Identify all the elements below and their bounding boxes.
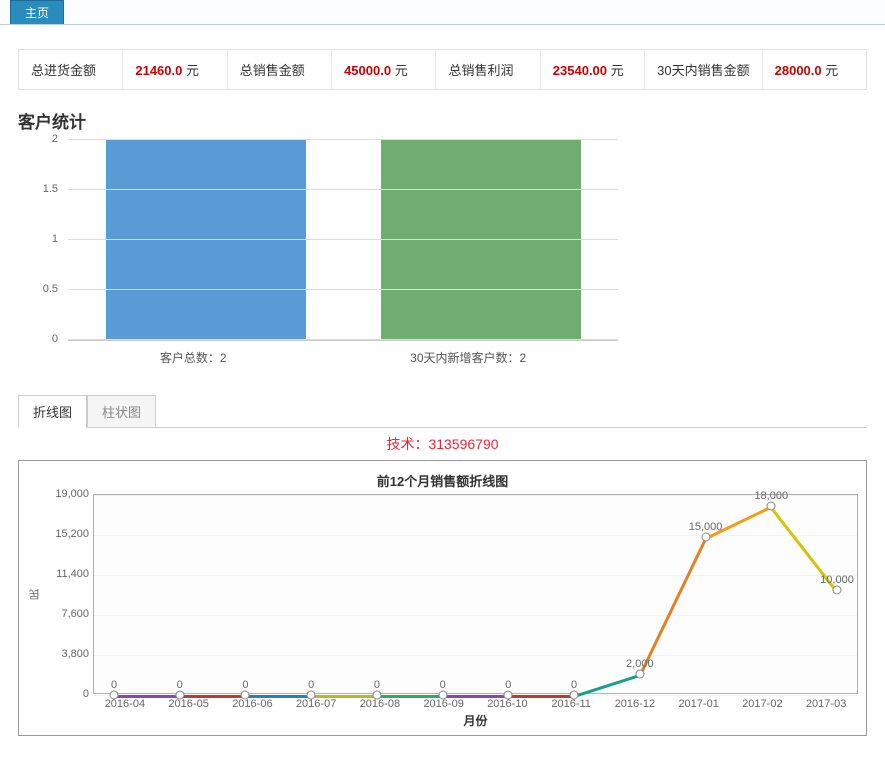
- bar: [381, 140, 581, 340]
- line-xtick: 2017-02: [731, 698, 795, 710]
- section-title-customer: 客户统计: [18, 108, 867, 133]
- stats-strip: 总进货金额 21460.0 元总销售金额 45000.0 元总销售利润 23540.0…: [18, 49, 867, 90]
- line-xtick: 2016-05: [157, 698, 221, 710]
- stat-value: 23540.00 元: [541, 50, 645, 89]
- bar-label: 客户总数：2: [160, 349, 227, 366]
- line-point: [175, 691, 184, 700]
- tab-home[interactable]: 主页: [10, 0, 64, 24]
- stat-label: 总进货金额: [31, 63, 96, 78]
- line-data-label: 0: [374, 679, 380, 691]
- chart-type-tabs: 折线图柱状图: [18, 394, 867, 428]
- line-point: [438, 691, 447, 700]
- stat-label: 总销售利润: [448, 63, 513, 78]
- line-point: [110, 691, 119, 700]
- line-segment: [114, 695, 180, 698]
- line-yticks: 03,8007,60011,40015,20019,000: [43, 494, 93, 694]
- line-xtick: 2016-09: [412, 698, 476, 710]
- line-segment: [245, 695, 311, 698]
- line-data-label: 0: [308, 679, 314, 691]
- line-xtick: 2016-07: [284, 698, 348, 710]
- line-xtick: 2016-08: [348, 698, 412, 710]
- stat-cell: 总进货金额: [19, 50, 123, 89]
- line-xtick: 2017-01: [667, 698, 731, 710]
- line-xticks: 2016-042016-052016-062016-072016-082016-…: [93, 698, 858, 710]
- line-xtick: 2017-03: [794, 698, 858, 710]
- line-chart-box: 前12个月销售额折线图 民 03,8007,60011,40015,20019,…: [18, 460, 867, 736]
- line-data-label: 2,000: [626, 658, 654, 670]
- line-segment: [377, 695, 443, 698]
- line-data-label: 0: [571, 679, 577, 691]
- stat-cell: 总销售利润: [436, 50, 540, 89]
- line-point: [372, 691, 381, 700]
- stat-label: 30天内销售金额: [657, 63, 749, 78]
- stat-value: 28000.0 元: [763, 50, 866, 89]
- line-xtick: 2016-10: [476, 698, 540, 710]
- line-point: [307, 691, 316, 700]
- bar: [106, 140, 306, 340]
- line-xtick: 2016-12: [603, 698, 667, 710]
- chart-tab-line[interactable]: 折线图: [18, 395, 87, 428]
- line-ylabel: 民: [27, 494, 43, 694]
- line-point: [833, 585, 842, 594]
- line-point: [635, 669, 644, 678]
- line-segment: [311, 695, 377, 698]
- line-data-label: 18,000: [754, 490, 788, 502]
- chart-tab-bar[interactable]: 柱状图: [87, 395, 156, 427]
- line-data-label: 0: [440, 679, 446, 691]
- line-point: [767, 501, 776, 510]
- bar-chart: 00.511.52 客户总数：230天内新增客户数：2: [18, 141, 867, 366]
- line-data-label: 15,000: [689, 521, 723, 533]
- stat-label: 总销售金额: [240, 63, 305, 78]
- line-xtick: 2016-06: [221, 698, 285, 710]
- line-xtick: 2016-11: [539, 698, 603, 710]
- line-point: [570, 691, 579, 700]
- line-plot-area: 000000002,00015,00018,00010,000: [93, 494, 858, 694]
- line-data-label: 10,000: [820, 574, 854, 586]
- line-point: [241, 691, 250, 700]
- stat-value: 21460.0 元: [123, 50, 227, 89]
- line-segment: [180, 695, 246, 698]
- watermark: 技术：313596790: [0, 434, 885, 454]
- bar-label: 30天内新增客户数：2: [410, 349, 526, 366]
- line-chart-title: 前12个月销售额折线图: [27, 471, 858, 490]
- line-segment: [508, 695, 574, 698]
- stat-cell: 30天内销售金额: [645, 50, 762, 89]
- line-segment: [443, 695, 509, 698]
- line-point: [504, 691, 513, 700]
- line-data-label: 0: [111, 679, 117, 691]
- line-point: [701, 533, 710, 542]
- line-data-label: 0: [177, 679, 183, 691]
- topbar: 主页: [0, 0, 885, 25]
- line-xlabel: 月份: [93, 712, 858, 729]
- line-data-label: 0: [505, 679, 511, 691]
- line-data-label: 0: [242, 679, 248, 691]
- stat-value: 45000.0 元: [332, 50, 436, 89]
- stat-cell: 总销售金额: [228, 50, 332, 89]
- line-xtick: 2016-04: [93, 698, 157, 710]
